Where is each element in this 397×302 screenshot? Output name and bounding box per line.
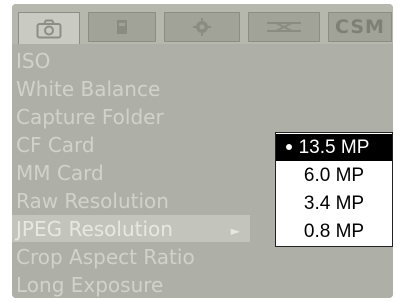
camera-menu-screen: CSM ISO White Balance Capture Folder CF … <box>12 4 393 298</box>
tab-bar: CSM <box>12 4 393 45</box>
menu-item-raw-resolution[interactable]: Raw Resolution <box>12 187 262 214</box>
menu-item-mm-card[interactable]: MM Card <box>12 159 262 186</box>
settings-icon <box>192 17 212 37</box>
submenu-option-3-4-mp[interactable]: 3.4 MP <box>276 190 392 217</box>
menu-item-label: CF Card <box>16 132 95 157</box>
submenu-option-label: 3.4 MP <box>303 192 365 214</box>
menu-item-crop-aspect-ratio[interactable]: Crop Aspect Ratio <box>12 243 262 270</box>
menu-item-iso[interactable]: ISO <box>12 47 262 74</box>
submenu-option-13-5-mp[interactable]: 13.5 MP <box>276 134 392 161</box>
submenu-option-6-0-mp[interactable]: 6.0 MP <box>276 162 392 189</box>
submenu-arrow-icon: ► <box>230 224 240 238</box>
tab-tools[interactable] <box>248 12 320 42</box>
tab-csm-label: CSM <box>335 16 385 38</box>
selected-bullet-icon <box>286 144 292 150</box>
menu-item-label: Crop Aspect Ratio <box>16 244 195 269</box>
tab-playback[interactable] <box>88 12 156 42</box>
tab-csm[interactable]: CSM <box>328 12 392 42</box>
menu-item-label: White Balance <box>16 76 161 101</box>
menu-item-capture-folder[interactable]: Capture Folder <box>12 103 262 130</box>
submenu-option-label: 6.0 MP <box>303 164 365 186</box>
menu-item-white-balance[interactable]: White Balance <box>12 75 262 102</box>
menu-item-label: Long Exposure <box>16 272 164 297</box>
submenu-option-label: 13.5 MP <box>298 136 370 158</box>
menu-item-label: ISO <box>16 48 51 73</box>
menu-item-label: Capture Folder <box>16 104 164 129</box>
menu-item-cf-card[interactable]: CF Card <box>12 131 262 158</box>
camera-icon <box>36 19 62 39</box>
tab-settings[interactable] <box>164 12 240 42</box>
submenu-option-label: 0.8 MP <box>303 220 365 242</box>
menu-item-label: Raw Resolution <box>16 188 169 213</box>
playback-icon <box>113 17 131 37</box>
menu-item-jpeg-resolution[interactable]: JPEG Resolution ► <box>12 215 250 242</box>
tools-icon <box>264 18 304 36</box>
menu-item-label: JPEG Resolution <box>16 216 173 241</box>
submenu-option-0-8-mp[interactable]: 0.8 MP <box>276 218 392 245</box>
tab-camera[interactable] <box>18 12 80 45</box>
menu-item-long-exposure[interactable]: Long Exposure <box>12 271 262 298</box>
jpeg-resolution-submenu: 13.5 MP 6.0 MP 3.4 MP 0.8 MP <box>275 132 393 247</box>
menu-item-label: MM Card <box>16 160 104 185</box>
